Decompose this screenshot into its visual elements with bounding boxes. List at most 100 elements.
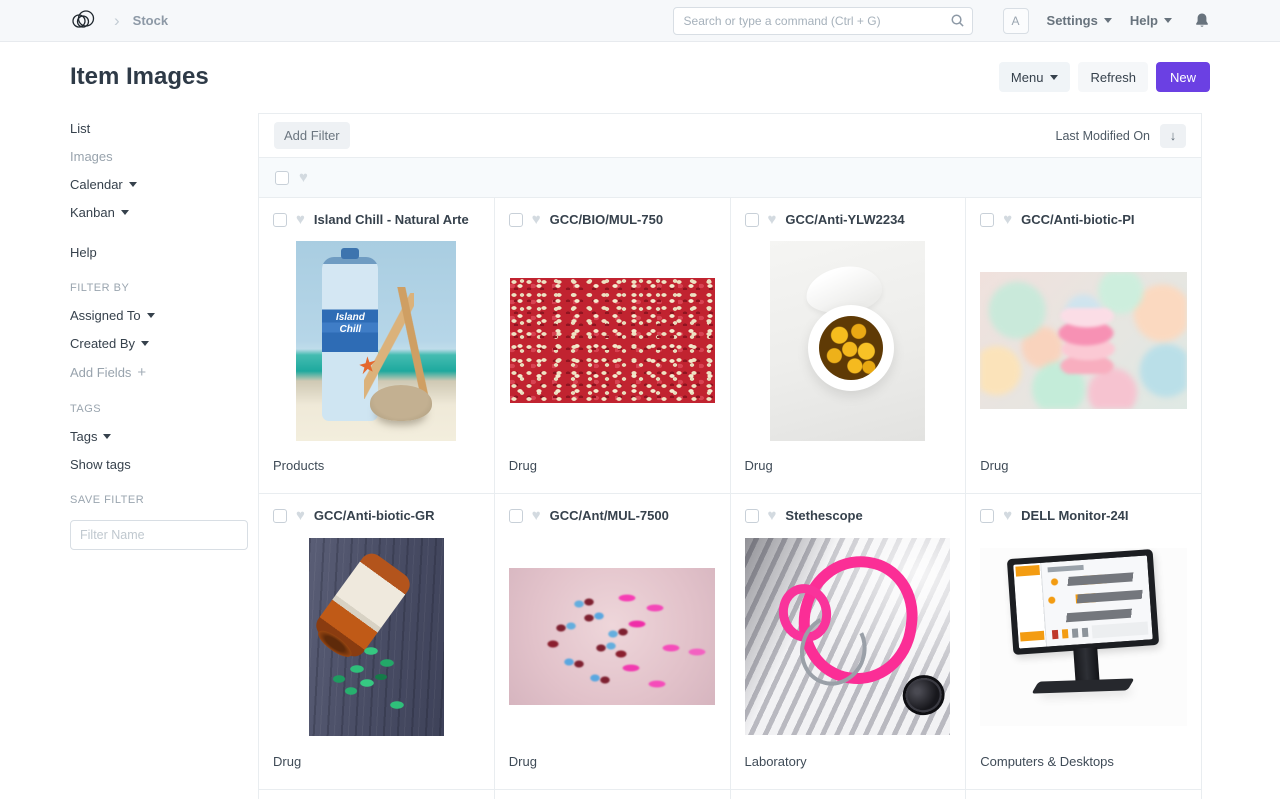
like-heart-icon[interactable]: ♥ [296,508,305,523]
add-fields-button[interactable]: Add Fields + [70,364,250,381]
item-title-link[interactable]: GCC/Ant/MUL-7500 [550,508,669,523]
dell-monitor-image[interactable] [980,548,1187,726]
like-heart-icon[interactable]: ♥ [1003,212,1012,227]
island-chill-bottle-beach-image[interactable] [296,241,456,441]
like-heart-icon[interactable]: ♥ [768,212,777,227]
list-sidebar: List Images Calendar Kanban Help FILTER … [70,113,250,799]
yellow-pills-jar-image[interactable] [770,241,925,441]
next-row-stub [259,789,1201,799]
breadcrumb-stock[interactable]: Stock [133,13,168,28]
image-art-layer [808,305,894,391]
like-heart-icon[interactable]: ♥ [532,508,541,523]
image-art-layer [509,568,715,705]
settings-label: Settings [1047,13,1098,28]
tags-heading: TAGS [70,403,250,415]
sidebar-item-calendar[interactable]: Calendar [70,177,250,192]
like-heart-icon[interactable]: ♥ [296,212,305,227]
notification-bell-icon[interactable] [1194,12,1210,29]
search-input[interactable] [673,7,973,35]
select-all-checkbox[interactable] [275,171,289,185]
pink-blue-capsules-image[interactable] [509,568,715,705]
image-view-panel: Add Filter Last Modified On ↓ ♥ ♥ Island… [258,113,1202,799]
cloud-logo-icon [70,9,98,33]
sidebar-item-label: Calendar [70,177,123,192]
plus-icon: + [137,364,146,381]
user-avatar[interactable]: A [1003,8,1029,34]
sort-field-selector[interactable]: Last Modified On [1056,129,1151,143]
card-checkbox[interactable] [509,213,523,227]
red-white-capsules-image[interactable] [510,278,715,403]
item-group-label: Products [259,448,494,493]
liked-filter-heart-icon[interactable]: ♥ [299,170,308,185]
card-checkbox[interactable] [509,509,523,523]
sidebar-item-list[interactable]: List [70,121,250,136]
menu-button[interactable]: Menu [999,62,1071,92]
item-card-7: ♥ Stethescope Laboratory [731,494,966,789]
sidebar-item-label: Help [70,245,97,260]
item-group-label: Drug [259,744,494,789]
item-group-label: Drug [966,448,1201,493]
show-tags-toggle[interactable]: Show tags [70,457,250,472]
settings-dropdown[interactable]: Settings [1047,13,1112,28]
menu-button-label: Menu [1011,70,1044,85]
item-group-label: Drug [495,744,730,789]
next-row-card-stub [731,790,966,799]
item-group-label: Computers & Desktops [966,744,1201,789]
card-checkbox[interactable] [980,213,994,227]
tags-filter[interactable]: Tags [70,429,250,444]
card-checkbox[interactable] [745,213,759,227]
card-checkbox[interactable] [980,509,994,523]
caret-down-icon [1104,18,1112,23]
like-heart-icon[interactable]: ♥ [768,508,777,523]
assigned-to-label: Assigned To [70,308,141,323]
image-art-layer [364,287,440,409]
item-title-link[interactable]: GCC/Anti-YLW2234 [785,212,904,227]
pastel-candy-pills-image[interactable] [980,272,1187,409]
help-dropdown[interactable]: Help [1130,13,1172,28]
item-title-link[interactable]: Stethescope [785,508,862,523]
item-title-link[interactable]: Island Chill - Natural Arte [314,212,469,227]
image-art-layer [1058,308,1116,374]
add-filter-button[interactable]: Add Filter [274,122,350,149]
next-row-card-stub [495,790,730,799]
caret-down-icon [129,182,137,187]
next-row-card-stub [259,790,494,799]
card-checkbox[interactable] [745,509,759,523]
show-tags-label: Show tags [70,457,131,472]
select-all-row: ♥ [259,158,1201,198]
spilled-pill-bottle-image[interactable] [309,538,444,736]
card-checkbox[interactable] [273,509,287,523]
item-title-link[interactable]: DELL Monitor-24I [1021,508,1128,523]
item-card-2: ♥ GCC/BIO/MUL-750 Drug [495,198,730,493]
search-icon [950,13,965,28]
like-heart-icon[interactable]: ♥ [532,212,541,227]
created-by-filter[interactable]: Created By [70,336,250,351]
item-title-link[interactable]: GCC/BIO/MUL-750 [550,212,663,227]
like-heart-icon[interactable]: ♥ [1003,508,1012,523]
tags-label: Tags [70,429,97,444]
new-button[interactable]: New [1156,62,1210,92]
sidebar-item-kanban[interactable]: Kanban [70,205,250,220]
item-title-link[interactable]: GCC/Anti-biotic-GR [314,508,435,523]
navbar: › Stock A Settings Help [0,0,1280,42]
new-button-label: New [1170,70,1196,85]
item-title-link[interactable]: GCC/Anti-biotic-PI [1021,212,1134,227]
image-grid: ♥ Island Chill - Natural Arte Products ♥… [259,198,1201,789]
refresh-button[interactable]: Refresh [1078,62,1148,92]
item-card-6: ♥ GCC/Ant/MUL-7500 Drug [495,494,730,789]
image-art-layer [1007,549,1159,655]
sort-direction-button[interactable]: ↓ [1160,124,1186,148]
help-label: Help [1130,13,1158,28]
home-logo-link[interactable] [70,9,98,33]
caret-down-icon [1164,18,1172,23]
item-card-3: ♥ GCC/Anti-YLW2234 Drug [731,198,966,493]
item-card-5: ♥ GCC/Anti-biotic-GR Drug [259,494,494,789]
sidebar-item-help[interactable]: Help [70,245,250,260]
pink-stethoscope-image[interactable] [745,538,950,735]
card-checkbox[interactable] [273,213,287,227]
sidebar-item-images[interactable]: Images [70,149,250,164]
image-art-layer [1032,678,1135,693]
filter-name-input[interactable] [70,520,248,550]
assigned-to-filter[interactable]: Assigned To [70,308,250,323]
created-by-label: Created By [70,336,135,351]
